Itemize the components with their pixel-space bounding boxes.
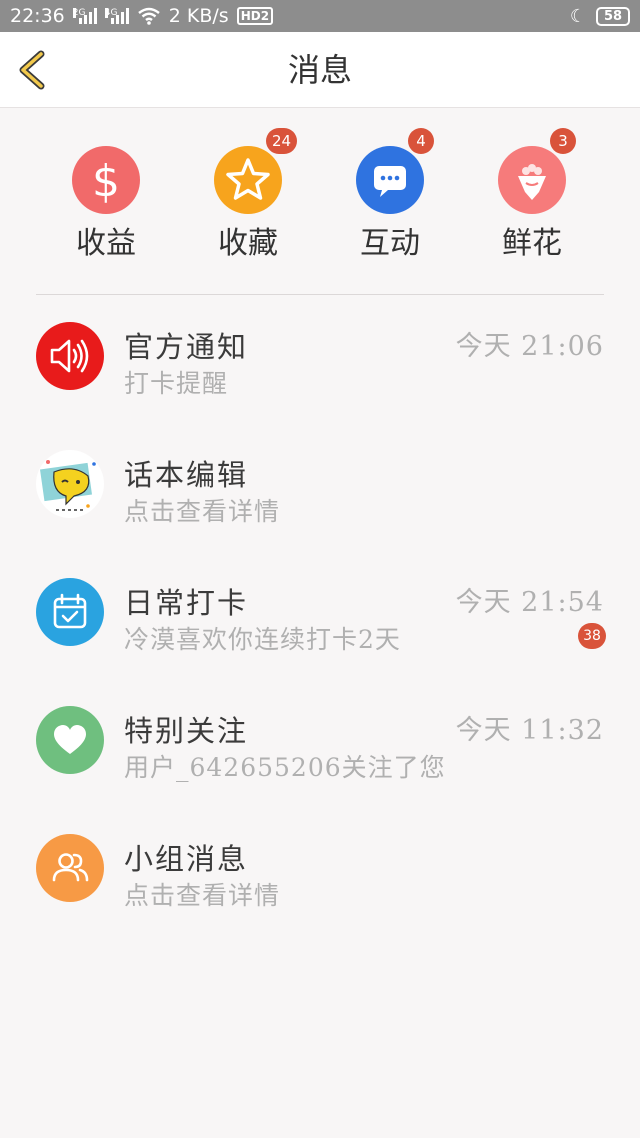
wifi-icon bbox=[137, 7, 160, 25]
message-preview: 点击查看详情 bbox=[124, 881, 281, 910]
message-time: 今天 21:54 bbox=[455, 587, 604, 618]
message-title: 官方通知 bbox=[124, 330, 249, 364]
speaker-icon bbox=[36, 322, 104, 390]
status-time: 22:36 bbox=[10, 5, 65, 27]
battery-icon: 58 bbox=[596, 6, 630, 26]
message-preview: 点击查看详情 bbox=[124, 497, 281, 526]
editor-avatar-icon bbox=[36, 450, 104, 518]
quick-action-label: 互动 bbox=[360, 226, 420, 261]
dollar-icon: $ bbox=[72, 146, 140, 214]
message-preview: 打卡提醒 bbox=[124, 369, 229, 398]
signal-2g-label: 2G bbox=[72, 8, 86, 18]
message-title: 特别关注 bbox=[124, 714, 249, 748]
signal-4g-icon: 4G bbox=[104, 8, 129, 24]
message-time: 今天 21:06 bbox=[455, 331, 604, 362]
quick-action-label: 鲜花 bbox=[502, 226, 562, 261]
quick-action-flowers[interactable]: 鲜花 3 bbox=[462, 126, 602, 276]
message-item-group[interactable]: 小组消息 点击查看详情 bbox=[0, 834, 640, 962]
quick-actions: $ 收益 收藏 24 互动 4 鲜花 3 bbox=[0, 126, 640, 276]
quick-action-label: 收益 bbox=[76, 226, 136, 261]
interactions-count-badge: 4 bbox=[408, 128, 434, 154]
message-title: 小组消息 bbox=[124, 842, 249, 876]
unread-count-badge: 38 bbox=[578, 623, 606, 649]
flower-bouquet-icon bbox=[498, 146, 566, 214]
svg-text:$: $ bbox=[92, 156, 120, 207]
message-title: 话本编辑 bbox=[124, 458, 249, 492]
chat-bubble-icon bbox=[356, 146, 424, 214]
message-item-official-notice[interactable]: 官方通知 打卡提醒 今天 21:06 bbox=[0, 322, 640, 450]
quick-action-earnings[interactable]: $ 收益 bbox=[36, 126, 176, 276]
quick-action-label: 收藏 bbox=[218, 226, 278, 261]
page-title: 消息 bbox=[287, 51, 352, 89]
header: 消息 bbox=[0, 32, 640, 108]
message-title: 日常打卡 bbox=[124, 586, 249, 620]
quick-action-favorites[interactable]: 收藏 24 bbox=[178, 126, 318, 276]
quick-action-interactions[interactable]: 互动 4 bbox=[320, 126, 460, 276]
flowers-count-badge: 3 bbox=[550, 128, 576, 154]
star-icon bbox=[214, 146, 282, 214]
group-icon bbox=[36, 834, 104, 902]
message-time: 今天 11:32 bbox=[455, 715, 604, 746]
status-bar: 22:36 2G 4G 2 KB/s HD2 ☾ 58 bbox=[0, 0, 640, 32]
message-item-editor[interactable]: 话本编辑 点击查看详情 bbox=[0, 450, 640, 578]
message-item-special-follow[interactable]: 特别关注 用户_642655206关注了您 今天 11:32 bbox=[0, 706, 640, 834]
message-preview: 冷漠喜欢你连续打卡2天 bbox=[124, 625, 401, 654]
message-preview: 用户_642655206关注了您 bbox=[124, 753, 446, 782]
network-speed: 2 KB/s bbox=[168, 5, 229, 27]
divider bbox=[36, 294, 604, 295]
heart-icon bbox=[36, 706, 104, 774]
favorites-count-badge: 24 bbox=[266, 128, 298, 154]
hd-voice-icon: HD2 bbox=[236, 7, 274, 25]
moon-icon: ☾ bbox=[569, 5, 586, 27]
calendar-check-icon bbox=[36, 578, 104, 646]
signal-2g-icon: 2G bbox=[72, 8, 97, 24]
message-item-daily-checkin[interactable]: 日常打卡 冷漠喜欢你连续打卡2天 今天 21:54 38 bbox=[0, 578, 640, 706]
signal-4g-label: 4G bbox=[104, 8, 118, 18]
